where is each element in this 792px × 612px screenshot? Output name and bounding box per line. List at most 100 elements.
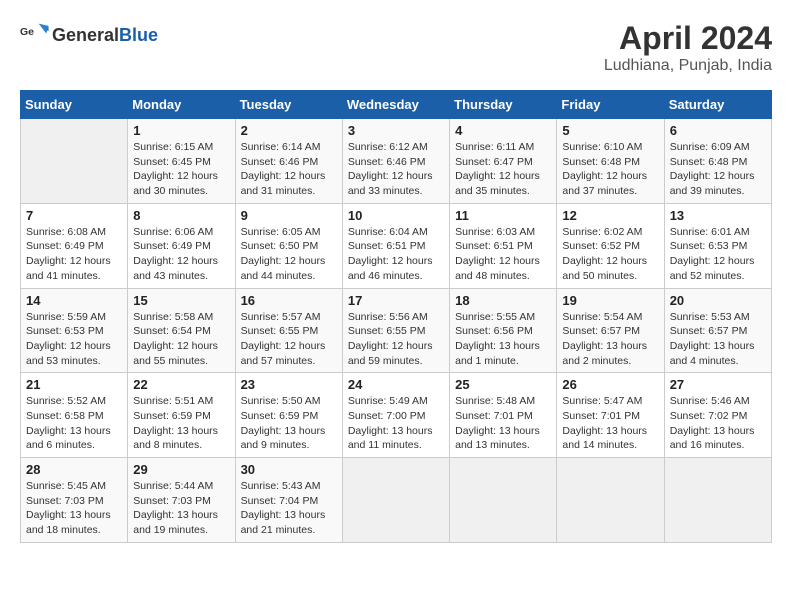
day-info: Sunrise: 5:55 AM Sunset: 6:56 PM Dayligh… xyxy=(455,310,551,369)
table-row: 15 Sunrise: 5:58 AM Sunset: 6:54 PM Dayli… xyxy=(128,288,235,373)
day-info: Sunrise: 6:06 AM Sunset: 6:49 PM Dayligh… xyxy=(133,225,229,284)
day-info: Sunrise: 6:02 AM Sunset: 6:52 PM Dayligh… xyxy=(562,225,658,284)
location-subtitle: Ludhiana, Punjab, India xyxy=(604,57,772,75)
table-row: 24 Sunrise: 5:49 AM Sunset: 7:00 PM Dayli… xyxy=(342,373,449,458)
day-info: Sunrise: 5:45 AM Sunset: 7:03 PM Dayligh… xyxy=(26,479,122,538)
table-row: 5 Sunrise: 6:10 AM Sunset: 6:48 PM Daylig… xyxy=(557,119,664,204)
day-info: Sunrise: 5:58 AM Sunset: 6:54 PM Dayligh… xyxy=(133,310,229,369)
logo-text: GeneralBlue xyxy=(52,25,158,46)
table-row: 17Sunrise: 5:56 AM Sunset: 6:55 PM Dayli… xyxy=(342,288,449,373)
table-row: 28 Sunrise: 5:45 AM Sunset: 7:03 PM Dayli… xyxy=(21,458,128,543)
table-row: 10 Sunrise: 6:04 AM Sunset: 6:51 PM Dayli… xyxy=(342,203,449,288)
day-number: 9 xyxy=(241,208,337,223)
table-row: 1 Sunrise: 6:15 AM Sunset: 6:45 PM Daylig… xyxy=(128,119,235,204)
day-info: Sunrise: 6:10 AM Sunset: 6:48 PM Dayligh… xyxy=(562,140,658,199)
calendar-table: Sunday Monday Tuesday Wednesday Thursday… xyxy=(20,90,772,543)
table-row: 21Sunrise: 5:52 AM Sunset: 6:58 PM Dayli… xyxy=(21,373,128,458)
day-info: Sunrise: 6:05 AM Sunset: 6:50 PM Dayligh… xyxy=(241,225,337,284)
day-info: Sunrise: 5:49 AM Sunset: 7:00 PM Dayligh… xyxy=(348,394,444,453)
table-row: 19Sunrise: 5:54 AM Sunset: 6:57 PM Dayli… xyxy=(557,288,664,373)
table-row: 23Sunrise: 5:50 AM Sunset: 6:59 PM Dayli… xyxy=(235,373,342,458)
day-number: 27 xyxy=(670,377,766,392)
calendar-week-row: 7Sunrise: 6:08 AM Sunset: 6:49 PM Daylig… xyxy=(21,203,772,288)
day-info: Sunrise: 5:43 AM Sunset: 7:04 PM Dayligh… xyxy=(241,479,337,538)
day-number: 30 xyxy=(241,462,337,477)
table-row: 13Sunrise: 6:01 AM Sunset: 6:53 PM Dayli… xyxy=(664,203,771,288)
table-row xyxy=(450,458,557,543)
table-row: 4Sunrise: 6:11 AM Sunset: 6:47 PM Daylig… xyxy=(450,119,557,204)
day-info: Sunrise: 6:15 AM Sunset: 6:45 PM Dayligh… xyxy=(133,140,229,199)
table-row: 2 Sunrise: 6:14 AM Sunset: 6:46 PM Daylig… xyxy=(235,119,342,204)
table-row: 8 Sunrise: 6:06 AM Sunset: 6:49 PM Daylig… xyxy=(128,203,235,288)
day-number: 13 xyxy=(670,208,766,223)
col-friday: Friday xyxy=(557,91,664,119)
table-row: 9 Sunrise: 6:05 AM Sunset: 6:50 PM Daylig… xyxy=(235,203,342,288)
day-info: Sunrise: 5:52 AM Sunset: 6:58 PM Dayligh… xyxy=(26,394,122,453)
col-wednesday: Wednesday xyxy=(342,91,449,119)
day-info: Sunrise: 6:12 AM Sunset: 6:46 PM Dayligh… xyxy=(348,140,444,199)
day-number: 10 xyxy=(348,208,444,223)
logo: Ge GeneralBlue xyxy=(20,20,158,50)
day-info: Sunrise: 6:14 AM Sunset: 6:46 PM Dayligh… xyxy=(241,140,337,199)
day-info: Sunrise: 6:08 AM Sunset: 6:49 PM Dayligh… xyxy=(26,225,122,284)
day-number: 12 xyxy=(562,208,658,223)
day-number: 1 xyxy=(133,123,229,138)
col-tuesday: Tuesday xyxy=(235,91,342,119)
day-number: 28 xyxy=(26,462,122,477)
page-header: Ge GeneralBlue April 2024 Ludhiana, Punj… xyxy=(20,20,772,75)
table-row: 3Sunrise: 6:12 AM Sunset: 6:46 PM Daylig… xyxy=(342,119,449,204)
day-info: Sunrise: 6:04 AM Sunset: 6:51 PM Dayligh… xyxy=(348,225,444,284)
table-row: 7Sunrise: 6:08 AM Sunset: 6:49 PM Daylig… xyxy=(21,203,128,288)
table-row: 27 Sunrise: 5:46 AM Sunset: 7:02 PM Dayli… xyxy=(664,373,771,458)
table-row: 14 Sunrise: 5:59 AM Sunset: 6:53 PM Dayli… xyxy=(21,288,128,373)
calendar-week-row: 28 Sunrise: 5:45 AM Sunset: 7:03 PM Dayli… xyxy=(21,458,772,543)
calendar-week-row: 1 Sunrise: 6:15 AM Sunset: 6:45 PM Daylig… xyxy=(21,119,772,204)
logo-icon: Ge xyxy=(20,20,50,50)
day-number: 8 xyxy=(133,208,229,223)
table-row: 22Sunrise: 5:51 AM Sunset: 6:59 PM Dayli… xyxy=(128,373,235,458)
table-row: 11Sunrise: 6:03 AM Sunset: 6:51 PM Dayli… xyxy=(450,203,557,288)
day-info: Sunrise: 5:53 AM Sunset: 6:57 PM Dayligh… xyxy=(670,310,766,369)
month-year-title: April 2024 xyxy=(604,20,772,57)
day-number: 24 xyxy=(348,377,444,392)
day-info: Sunrise: 5:47 AM Sunset: 7:01 PM Dayligh… xyxy=(562,394,658,453)
col-saturday: Saturday xyxy=(664,91,771,119)
table-row: 16Sunrise: 5:57 AM Sunset: 6:55 PM Dayli… xyxy=(235,288,342,373)
table-row: 26Sunrise: 5:47 AM Sunset: 7:01 PM Dayli… xyxy=(557,373,664,458)
table-row: 20Sunrise: 5:53 AM Sunset: 6:57 PM Dayli… xyxy=(664,288,771,373)
col-monday: Monday xyxy=(128,91,235,119)
table-row: 12 Sunrise: 6:02 AM Sunset: 6:52 PM Dayli… xyxy=(557,203,664,288)
day-number: 4 xyxy=(455,123,551,138)
day-info: Sunrise: 5:44 AM Sunset: 7:03 PM Dayligh… xyxy=(133,479,229,538)
day-number: 29 xyxy=(133,462,229,477)
day-info: Sunrise: 5:56 AM Sunset: 6:55 PM Dayligh… xyxy=(348,310,444,369)
day-info: Sunrise: 5:51 AM Sunset: 6:59 PM Dayligh… xyxy=(133,394,229,453)
table-row: 29 Sunrise: 5:44 AM Sunset: 7:03 PM Dayli… xyxy=(128,458,235,543)
col-thursday: Thursday xyxy=(450,91,557,119)
day-number: 18 xyxy=(455,293,551,308)
day-number: 15 xyxy=(133,293,229,308)
day-info: Sunrise: 5:48 AM Sunset: 7:01 PM Dayligh… xyxy=(455,394,551,453)
table-row xyxy=(664,458,771,543)
day-info: Sunrise: 5:54 AM Sunset: 6:57 PM Dayligh… xyxy=(562,310,658,369)
day-info: Sunrise: 6:03 AM Sunset: 6:51 PM Dayligh… xyxy=(455,225,551,284)
table-row xyxy=(342,458,449,543)
title-block: April 2024 Ludhiana, Punjab, India xyxy=(604,20,772,75)
day-number: 14 xyxy=(26,293,122,308)
calendar-week-row: 21Sunrise: 5:52 AM Sunset: 6:58 PM Dayli… xyxy=(21,373,772,458)
table-row: 18 Sunrise: 5:55 AM Sunset: 6:56 PM Dayli… xyxy=(450,288,557,373)
day-number: 16 xyxy=(241,293,337,308)
table-row: 30 Sunrise: 5:43 AM Sunset: 7:04 PM Dayli… xyxy=(235,458,342,543)
day-info: Sunrise: 5:50 AM Sunset: 6:59 PM Dayligh… xyxy=(241,394,337,453)
day-info: Sunrise: 5:46 AM Sunset: 7:02 PM Dayligh… xyxy=(670,394,766,453)
table-row xyxy=(557,458,664,543)
col-sunday: Sunday xyxy=(21,91,128,119)
svg-text:Ge: Ge xyxy=(20,26,34,38)
day-number: 2 xyxy=(241,123,337,138)
logo-blue: Blue xyxy=(119,25,158,45)
calendar-header-row: Sunday Monday Tuesday Wednesday Thursday… xyxy=(21,91,772,119)
table-row: 6Sunrise: 6:09 AM Sunset: 6:48 PM Daylig… xyxy=(664,119,771,204)
day-info: Sunrise: 5:59 AM Sunset: 6:53 PM Dayligh… xyxy=(26,310,122,369)
day-number: 5 xyxy=(562,123,658,138)
table-row: 25Sunrise: 5:48 AM Sunset: 7:01 PM Dayli… xyxy=(450,373,557,458)
